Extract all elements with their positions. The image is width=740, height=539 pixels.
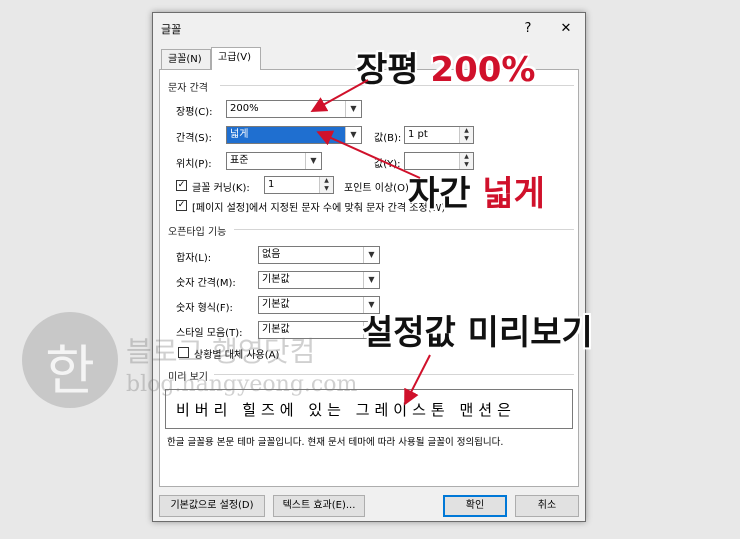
tab-advanced[interactable]: 고급(V)	[211, 47, 261, 70]
arrow-to-preview	[404, 354, 431, 406]
annotation-arrows	[310, 79, 431, 406]
arrow-to-scale	[310, 79, 369, 112]
arrow-to-spacing	[316, 130, 421, 179]
